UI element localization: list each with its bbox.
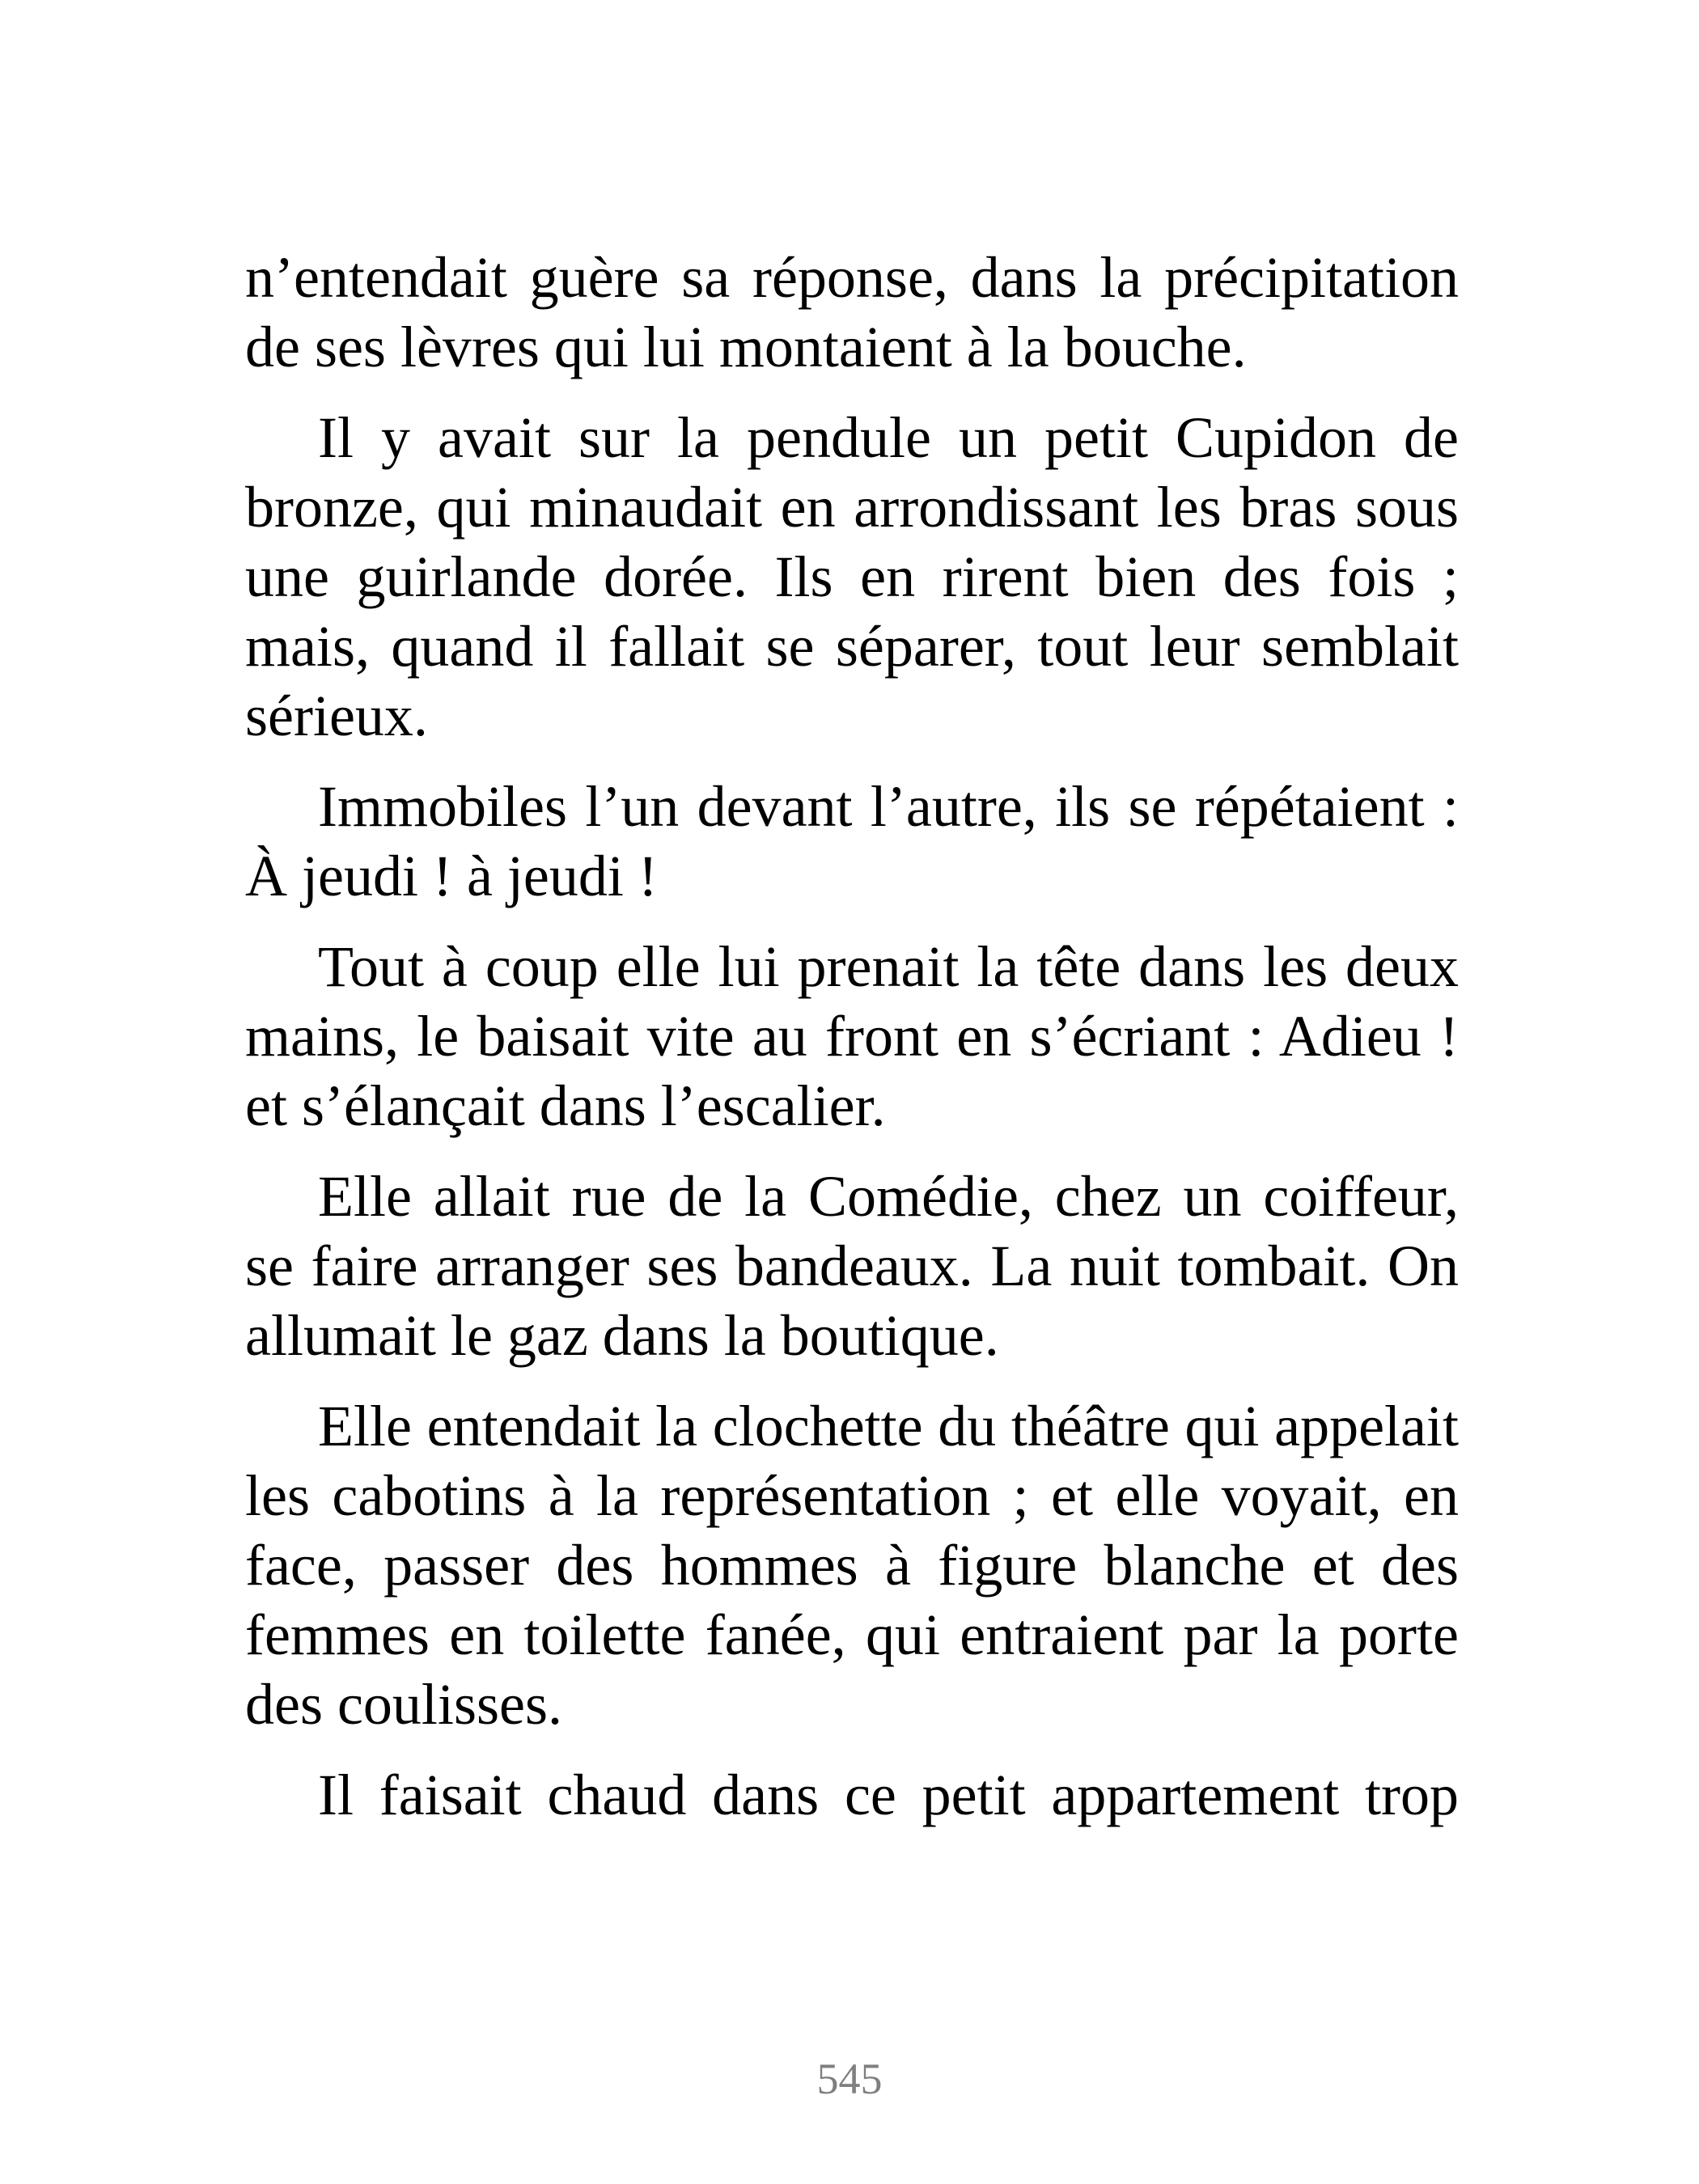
paragraph-adieu: Tout à coup elle lui prenait la tête dan…	[245, 934, 1459, 1138]
book-page: n’entendait guère sa réponse, dans la pr…	[0, 0, 1699, 2184]
paragraph-appartement: Il faisait chaud dans ce petit apparteme…	[318, 1763, 1459, 1827]
paragraph-cupidon: Il y avait sur la pendule un petit Cupid…	[245, 405, 1459, 748]
paragraph-theatre: Elle entendait la clochette du théâtre q…	[245, 1394, 1459, 1737]
paragraph-jeudi: Immobiles l’un devant l’autre, ils se ré…	[245, 774, 1459, 908]
page-number: 545	[816, 2055, 883, 2103]
paragraph-coiffeur: Elle allait rue de la Comédie, chez un c…	[245, 1164, 1459, 1368]
body-text: n’entendait guère sa réponse, dans la pr…	[245, 243, 1459, 1830]
paragraph-continued: n’entendait guère sa réponse, dans la pr…	[245, 245, 1459, 379]
